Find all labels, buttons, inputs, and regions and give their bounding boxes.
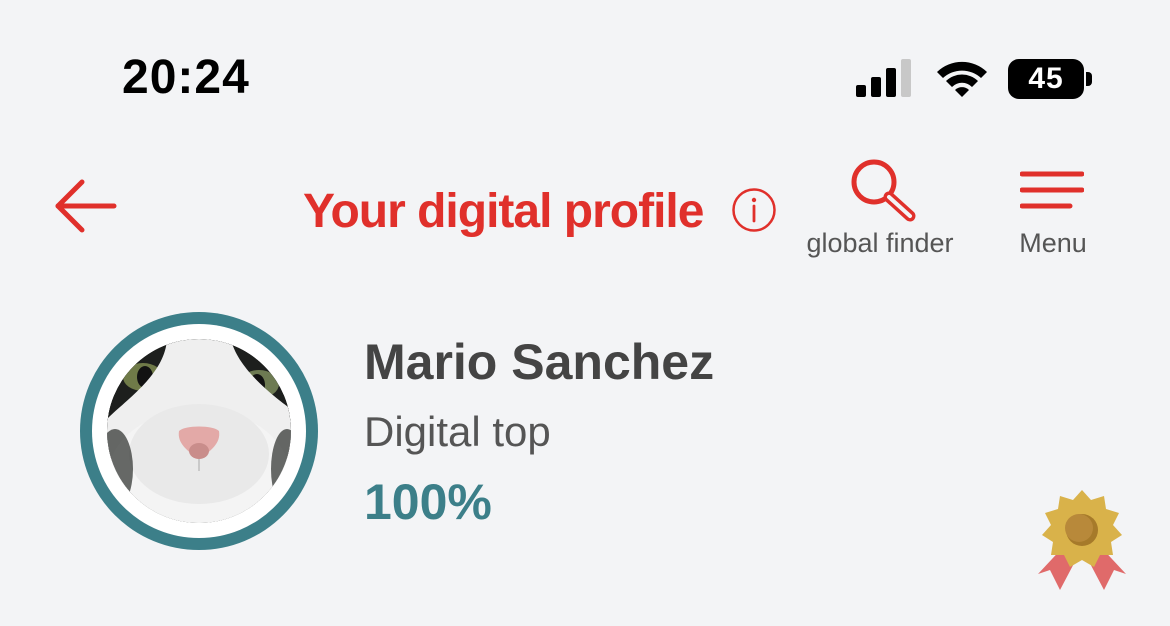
global-finder-button[interactable]: global finder: [798, 156, 962, 266]
avatar-progress-ring: [80, 312, 318, 550]
avatar[interactable]: [107, 339, 291, 523]
page-title: Your digital profile: [303, 185, 704, 238]
back-button[interactable]: [52, 178, 120, 238]
status-time: 20:24: [122, 51, 250, 104]
signal-icon: [856, 59, 911, 97]
wifi-icon: [937, 61, 987, 97]
user-level: Digital top: [364, 408, 551, 455]
hamburger-icon: [1020, 171, 1084, 209]
menu-button[interactable]: Menu: [1010, 162, 1096, 262]
info-icon[interactable]: [731, 187, 777, 233]
user-progress: 100%: [364, 474, 492, 530]
battery-level: 45: [1008, 59, 1084, 99]
battery-icon: 45: [1008, 59, 1092, 99]
menu-label: Menu: [1019, 228, 1087, 258]
cat-photo: [107, 339, 291, 523]
search-icon: [851, 159, 916, 222]
arrow-left-icon: [55, 179, 117, 233]
award-badge-icon[interactable]: [1036, 488, 1128, 592]
global-finder-label: global finder: [806, 228, 954, 258]
battery-cap: [1086, 72, 1092, 86]
avatar-frame: [92, 324, 306, 538]
user-name: Mario Sanchez: [364, 334, 715, 390]
